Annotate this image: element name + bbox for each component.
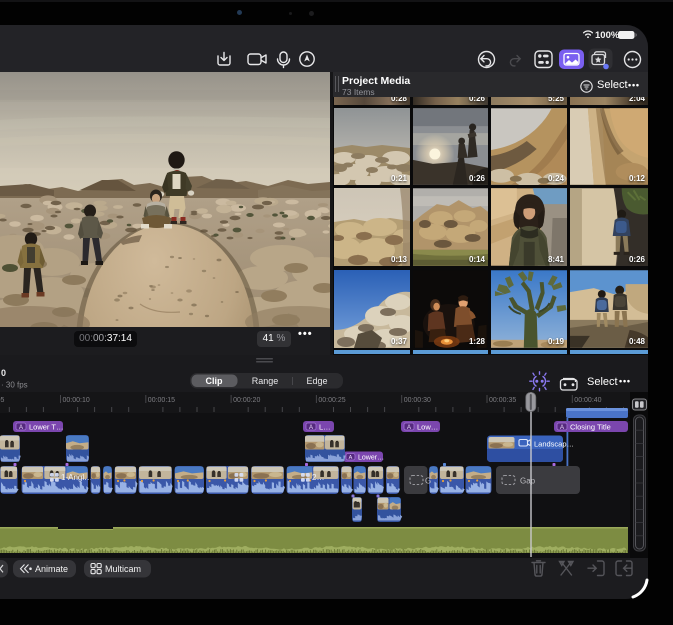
svg-text:Edge: Edge <box>306 376 327 386</box>
svg-text:L…: L… <box>319 423 331 432</box>
svg-text:Closing Title: Closing Title <box>570 423 611 432</box>
svg-text:Landscap…: Landscap… <box>534 440 574 449</box>
svg-text:A: A <box>309 425 313 431</box>
svg-text:Gap: Gap <box>520 477 536 486</box>
svg-text:Lower…: Lower… <box>358 455 384 462</box>
svg-text:Multicam: Multicam <box>105 564 141 574</box>
svg-text:2…: 2… <box>312 473 324 482</box>
svg-text:A: A <box>349 455 353 461</box>
svg-text:G: G <box>425 477 431 486</box>
svg-text:0: 0 <box>1 368 6 378</box>
svg-text:Lower T…: Lower T… <box>29 423 63 432</box>
svg-text:A: A <box>407 425 411 431</box>
svg-text:Range: Range <box>252 376 279 386</box>
svg-text:Animate: Animate <box>35 564 68 574</box>
svg-text:Clip: Clip <box>206 376 224 386</box>
svg-text:00:00:05: 00:00:05 <box>0 397 5 404</box>
svg-text:Low…: Low… <box>417 423 438 432</box>
svg-text:A: A <box>560 425 564 431</box>
svg-text:Select: Select <box>587 376 618 388</box>
svg-text:00:00:35: 00:00:35 <box>489 397 516 404</box>
svg-text:1-Angl…: 1-Angl… <box>61 473 92 482</box>
svg-text:00:00:25: 00:00:25 <box>318 397 345 404</box>
svg-text:00:00:40: 00:00:40 <box>574 397 601 404</box>
svg-text:00:00:15: 00:00:15 <box>148 397 175 404</box>
svg-text:•••: ••• <box>619 376 631 386</box>
svg-text:· 30 fps: · 30 fps <box>1 381 28 390</box>
svg-text:00:00:30: 00:00:30 <box>404 397 431 404</box>
svg-text:00:00:10: 00:00:10 <box>63 397 90 404</box>
svg-text:A: A <box>19 425 23 431</box>
svg-text:100%: 100% <box>595 30 620 41</box>
svg-text:00:00:20: 00:00:20 <box>233 397 260 404</box>
